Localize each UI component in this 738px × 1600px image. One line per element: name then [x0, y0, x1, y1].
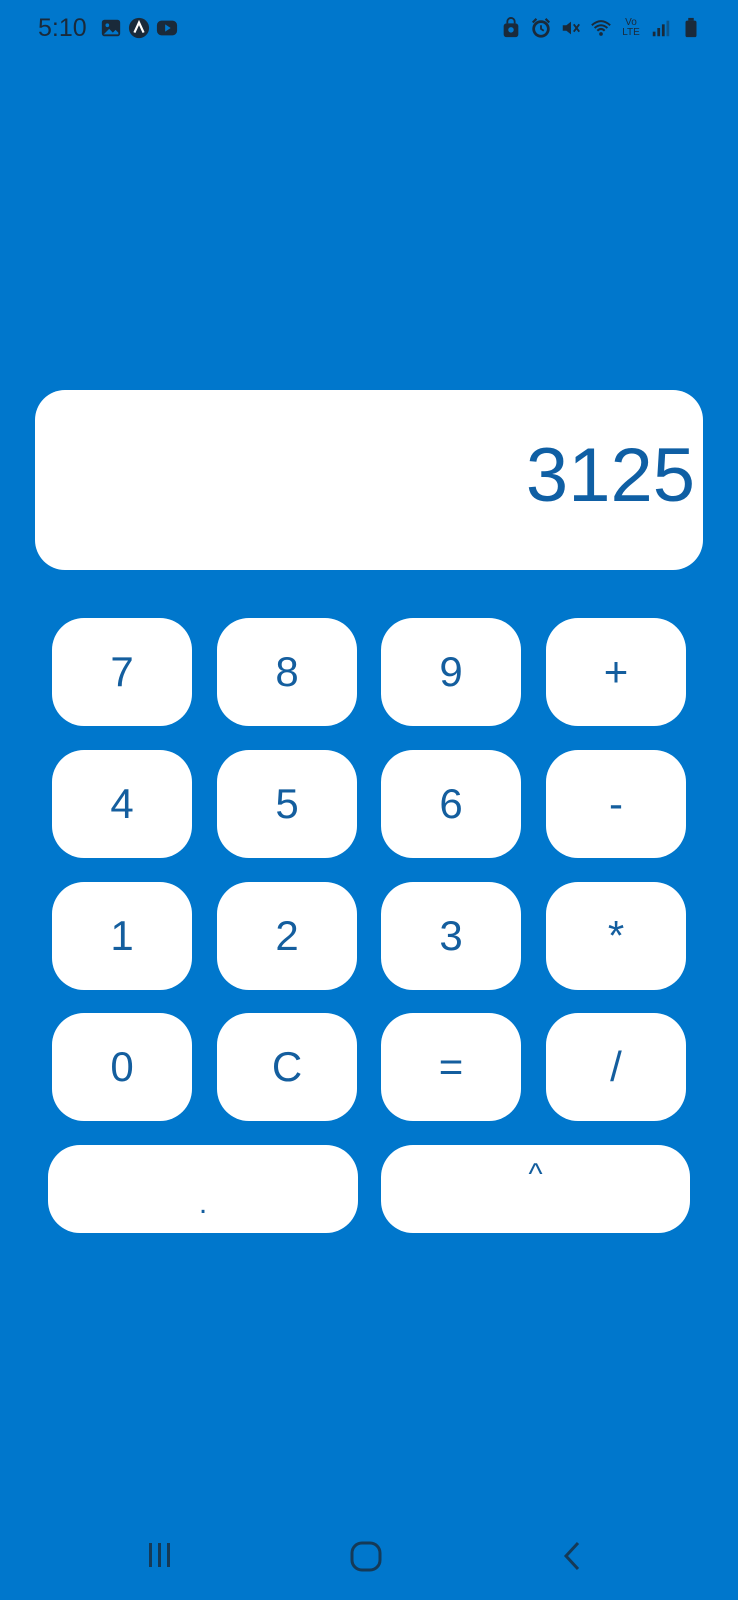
- key-plus[interactable]: +: [546, 618, 686, 726]
- key-1[interactable]: 1: [52, 882, 192, 990]
- key-5[interactable]: 5: [217, 750, 357, 858]
- key-divide[interactable]: /: [546, 1013, 686, 1121]
- recent-apps-icon[interactable]: [146, 1540, 174, 1570]
- key-9[interactable]: 9: [381, 618, 521, 726]
- back-icon[interactable]: [560, 1540, 584, 1572]
- app-a-icon: [128, 17, 150, 39]
- alarm-icon: [531, 18, 551, 38]
- key-4[interactable]: 4: [52, 750, 192, 858]
- lock-screen-icon: [503, 17, 519, 38]
- signal-icon: [652, 20, 670, 37]
- key-multiply[interactable]: *: [546, 882, 686, 990]
- key-minus[interactable]: -: [546, 750, 686, 858]
- key-0[interactable]: 0: [52, 1013, 192, 1121]
- key-7[interactable]: 7: [52, 618, 192, 726]
- status-left-icons: [100, 17, 178, 39]
- status-time: 5:10: [38, 14, 87, 42]
- key-8[interactable]: 8: [217, 618, 357, 726]
- key-6[interactable]: 6: [381, 750, 521, 858]
- key-equals[interactable]: =: [381, 1013, 521, 1121]
- wifi-icon: [591, 20, 611, 36]
- home-icon[interactable]: [349, 1540, 383, 1574]
- system-nav-bar: [0, 1510, 738, 1600]
- key-3[interactable]: 3: [381, 882, 521, 990]
- battery-icon: [685, 17, 697, 38]
- display-value: 3125: [525, 433, 695, 518]
- mute-icon: [562, 21, 580, 35]
- calculator-display: 3125: [35, 390, 703, 570]
- key-2[interactable]: 2: [217, 882, 357, 990]
- volte-icon: Vo LTE: [622, 17, 640, 38]
- key-clear[interactable]: C: [217, 1013, 357, 1121]
- key-decimal[interactable]: .: [48, 1145, 358, 1233]
- gallery-icon: [101, 19, 121, 37]
- key-power[interactable]: ^: [381, 1145, 690, 1233]
- status-right-icons: Vo LTE: [500, 17, 702, 39]
- youtube-icon: [156, 20, 178, 36]
- status-bar: 5:10 Vo LTE: [0, 0, 738, 60]
